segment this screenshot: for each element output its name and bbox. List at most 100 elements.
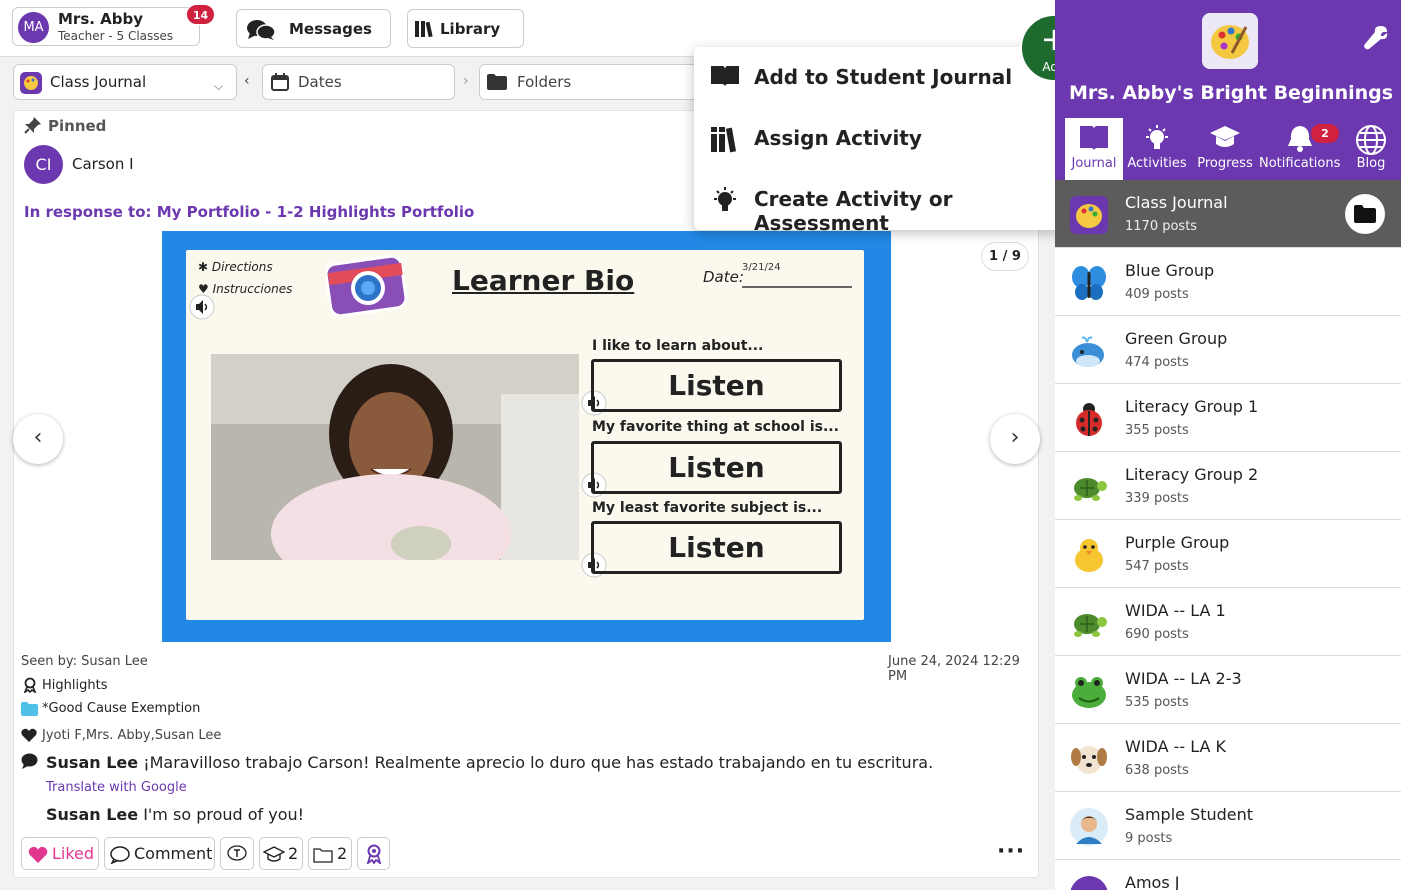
group-name: Literacy Group 1 [1125,397,1259,416]
wrench-icon[interactable] [1363,24,1389,50]
folders-button[interactable] [1345,194,1385,234]
tab-label: Activities [1127,156,1187,171]
assign-activity-item[interactable]: Assign Activity [694,108,1062,168]
group-post-count: 355 posts [1125,423,1189,438]
calendar-icon [271,73,289,91]
group-post-count: 638 posts [1125,763,1189,778]
student-avatar-icon [1070,876,1108,890]
pinned-label: Pinned [48,117,107,135]
comment-label: Comment [134,844,213,863]
group-sample-student[interactable]: Sample Student 9 posts [1055,792,1401,860]
group-post-count: 339 posts [1125,491,1189,506]
chevron-down-icon: ⌵ [214,79,224,93]
palette-icon [20,72,42,94]
group-wida-la-k[interactable]: WIDA -- LA K 638 posts [1055,724,1401,792]
next-slide-button[interactable]: › [990,414,1040,464]
journal-select[interactable]: Class Journal ⌵ [13,64,237,100]
comment-text: I'm so proud of you! [143,805,305,824]
heart-icon [28,846,48,863]
group-literacy-group-2[interactable]: Literacy Group 2 339 posts [1055,452,1401,520]
listen-box[interactable]: Listen [591,521,842,574]
class-sidebar: Mrs. Abby's Bright Beginnings Journal Ac… [1055,0,1401,890]
prompt-label: I like to learn about... [592,338,764,354]
comment: Susan Lee I'm so proud of you! [46,805,304,824]
group-green-group[interactable]: Green Group 474 posts [1055,316,1401,384]
student-name[interactable]: Carson I [72,155,134,173]
folder-icon [487,74,507,90]
folder-outline-icon [313,848,333,863]
chick-icon [1075,539,1103,572]
directions-label: Directions [211,260,273,274]
comment: Susan Lee ¡Maravilloso trabajo Carson! R… [46,753,933,772]
folders-count: 2 [337,844,348,863]
group-amos-j[interactable]: Amos J [1055,860,1401,890]
user-role: Teacher - 5 Classes [58,29,174,43]
tab-label: Blog [1356,156,1386,171]
tab-journal[interactable]: Journal [1065,118,1123,180]
books-icon [415,21,433,38]
heart-icon [21,728,37,742]
audio-icon[interactable] [189,294,215,320]
chevron-left-icon[interactable]: ‹ [244,73,250,89]
liked-button[interactable]: Liked [21,837,99,870]
translate-button[interactable] [220,837,254,870]
journal-select-label: Class Journal [50,73,147,91]
folder-icon [1354,205,1376,223]
post-media[interactable]: ✱ Directions ♥ Instrucciones Learner Bio… [162,231,891,642]
folder-tag[interactable]: *Good Cause Exemption [42,701,200,716]
ribbon-award-icon [366,844,382,864]
previous-slide-button[interactable]: ‹ [13,414,63,464]
globe-icon [1356,125,1386,155]
group-literacy-group-1[interactable]: Literacy Group 1 355 posts [1055,384,1401,452]
sheet-title: Learner Bio [452,264,635,297]
folders-button[interactable]: 2 [308,837,352,870]
group-purple-group[interactable]: Purple Group 547 posts [1055,520,1401,588]
dates-select[interactable]: Dates [262,64,455,100]
ladybug-icon [1076,403,1102,436]
group-blue-group[interactable]: Blue Group 409 posts [1055,248,1401,316]
create-activity-item[interactable]: Create Activity or Assessment [694,169,1062,235]
add-to-student-journal-item[interactable]: Add to Student Journal [694,47,1062,107]
comment-outline-icon [110,846,130,864]
tab-progress[interactable]: Progress [1191,118,1259,180]
learner-bio-sheet: ✱ Directions ♥ Instrucciones Learner Bio… [186,250,864,620]
folder-icon [21,702,38,716]
butterfly-icon [1072,266,1106,300]
user-menu[interactable]: MA Mrs. Abby Teacher - 5 Classes 14 [12,4,215,46]
menu-item-label: Assign Activity [754,126,922,150]
folders-select[interactable]: Folders [479,64,699,100]
comment-button[interactable]: Comment [104,837,215,870]
group-wida-la-1[interactable]: WIDA -- LA 1 690 posts [1055,588,1401,656]
book-icon [1080,126,1108,150]
translate-bubble-icon [227,845,247,861]
tab-label: Notifications [1259,156,1341,171]
chevron-right-icon[interactable]: › [463,73,469,89]
highlight-button[interactable] [357,837,390,870]
group-name: WIDA -- LA K [1125,737,1227,756]
liked-label: Liked [52,844,95,863]
listen-box[interactable]: Listen [591,359,842,412]
listen-box[interactable]: Listen [591,441,842,494]
skill-tag[interactable]: Highlights [42,678,107,693]
group-name: Class Journal [1125,193,1228,212]
whale-icon [1072,336,1104,367]
translate-link[interactable]: Translate with Google [46,780,187,795]
messages-button[interactable]: Messages [236,9,391,48]
group-wida-la-2-3[interactable]: WIDA -- LA 2-3 535 posts [1055,656,1401,724]
more-options-icon[interactable]: ··· [997,839,1025,864]
skills-button[interactable]: 2 [259,837,303,870]
group-name: WIDA -- LA 2-3 [1125,669,1242,688]
group-post-count: 1170 posts [1125,219,1198,234]
tab-activities[interactable]: Activities [1125,118,1189,180]
graduation-cap-icon [263,846,285,862]
post-timestamp: June 24, 2024 12:29 PM [888,654,1020,684]
library-button[interactable]: Library [407,9,524,48]
response-link[interactable]: In response to: My Portfolio - 1-2 Highl… [24,203,474,221]
lightbulb-icon [1146,125,1168,149]
group-class-journal[interactable]: Class Journal 1170 posts [1055,180,1401,248]
tab-notifications[interactable]: 2 Notifications [1259,118,1341,180]
comment-author: Susan Lee [46,753,139,772]
group-name: WIDA -- LA 1 [1125,601,1226,620]
tab-blog[interactable]: Blog [1341,118,1401,180]
seen-by: Seen by: Susan Lee [21,654,148,669]
